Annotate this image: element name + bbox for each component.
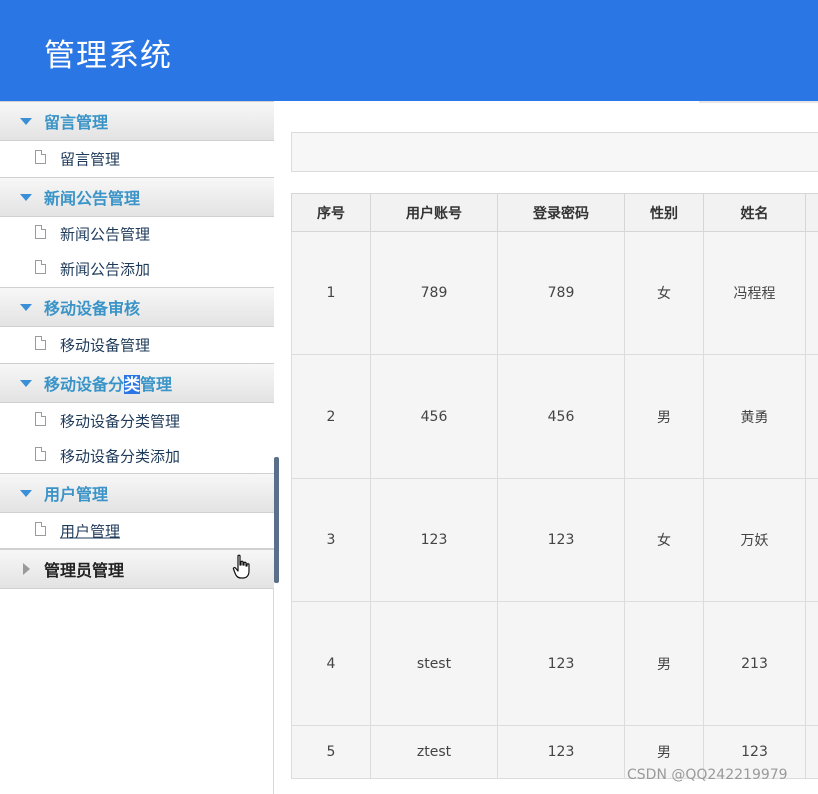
- document-icon: [35, 225, 46, 239]
- table-cell: 4: [291, 601, 371, 726]
- sidebar-item-label: 留言管理: [60, 150, 121, 169]
- caret-down-icon: [20, 490, 32, 497]
- sidebar-item-news-add[interactable]: 新闻公告添加: [0, 251, 274, 287]
- sidebar-group-label: 移动设备分类管理: [44, 371, 172, 395]
- table-cell: 123: [370, 477, 498, 603]
- sidebar-item-label: 移动设备分类添加: [60, 447, 181, 466]
- table-cell: 3: [291, 477, 371, 603]
- column-header[interactable]: 姓名: [703, 193, 806, 232]
- table-cell: 789: [497, 230, 625, 356]
- sidebar-group-device-category[interactable]: 移动设备分类管理: [0, 363, 274, 403]
- label-part: 移动设备分: [44, 375, 125, 394]
- column-header[interactable]: 性别: [624, 193, 704, 232]
- sidebar-group-user[interactable]: 用户管理: [0, 473, 274, 513]
- label-part: 管理: [140, 375, 173, 394]
- document-icon: [35, 260, 46, 274]
- sidebar-item-message-manage[interactable]: 留言管理: [0, 141, 274, 177]
- sidebar-item-label: 移动设备管理: [60, 336, 151, 355]
- table-cell: [805, 724, 818, 780]
- sidebar-item-user-manage[interactable]: 用户管理: [0, 513, 274, 549]
- sidebar-group-news[interactable]: 新闻公告管理: [0, 177, 274, 217]
- sidebar-item-label: 新闻公告管理: [60, 225, 151, 244]
- table-cell: 男: [624, 354, 704, 479]
- sidebar-item-category-manage[interactable]: 移动设备分类管理: [0, 403, 274, 439]
- table-cell: 2: [291, 354, 371, 479]
- caret-down-icon: [20, 194, 32, 201]
- document-icon: [35, 412, 46, 426]
- watermark: CSDN @QQ242219979: [627, 767, 788, 783]
- user-table: 序号 用户账号 登录密码 性别 姓名 1 789 789 女 冯程程 2 456…: [291, 193, 818, 780]
- table-cell: 男: [624, 601, 704, 726]
- caret-right-icon: [23, 563, 30, 575]
- sidebar-item-label: 移动设备分类管理: [60, 412, 181, 431]
- search-bar: [291, 132, 818, 172]
- sidebar-item-label: 新闻公告添加: [60, 260, 151, 279]
- header-bar: 管理系统: [0, 0, 818, 101]
- table-cell: 123: [497, 724, 625, 780]
- sidebar: 留言管理 留言管理 新闻公告管理 新闻公告管理 新闻公告添加 移动设备审核 移动…: [0, 101, 274, 794]
- table-cell: 5: [291, 724, 371, 780]
- top-strip: [699, 101, 818, 103]
- table-cell: 789: [370, 230, 498, 356]
- sidebar-item-category-add[interactable]: 移动设备分类添加: [0, 439, 274, 473]
- table-cell: 213: [703, 601, 806, 726]
- sidebar-group-label: 移动设备审核: [44, 299, 141, 318]
- column-header[interactable]: 登录密码: [497, 193, 625, 232]
- table-row[interactable]: 2 456 456 男 黄勇: [291, 354, 818, 479]
- column-header[interactable]: 用户账号: [370, 193, 498, 232]
- document-icon: [35, 447, 46, 461]
- column-header[interactable]: [805, 193, 818, 232]
- main-content: 序号 用户账号 登录密码 性别 姓名 1 789 789 女 冯程程 2 456…: [279, 101, 818, 794]
- app-title: 管理系统: [44, 38, 172, 74]
- sidebar-group-label: 留言管理: [44, 113, 109, 132]
- document-icon: [35, 521, 46, 536]
- sidebar-group-message[interactable]: 留言管理: [0, 101, 274, 141]
- sidebar-group-label: 管理员管理: [44, 561, 125, 580]
- table-header-row: 序号 用户账号 登录密码 性别 姓名: [291, 193, 818, 232]
- table-cell: 女: [624, 230, 704, 356]
- sidebar-item-device-manage[interactable]: 移动设备管理: [0, 327, 274, 363]
- table-row[interactable]: 1 789 789 女 冯程程: [291, 230, 818, 356]
- table-cell: 万妖: [703, 477, 806, 603]
- table-cell: 1: [291, 230, 371, 356]
- table-cell: 456: [370, 354, 498, 479]
- table-cell: [805, 230, 818, 356]
- sidebar-group-label: 新闻公告管理: [44, 189, 141, 208]
- table-cell: stest: [370, 601, 498, 726]
- table-cell: [805, 477, 818, 603]
- table-row[interactable]: 4 stest 123 男 213: [291, 601, 818, 726]
- table-cell: 123: [497, 477, 625, 603]
- selected-text: 类: [124, 375, 141, 394]
- table-cell: 123: [497, 601, 625, 726]
- table-cell: ztest: [370, 724, 498, 780]
- sidebar-group-label: 用户管理: [44, 485, 109, 504]
- table-row[interactable]: 3 123 123 女 万妖: [291, 477, 818, 603]
- table-cell: 456: [497, 354, 625, 479]
- table-cell: 黄勇: [703, 354, 806, 479]
- hand-pointer-icon: [232, 554, 250, 579]
- sidebar-item-label: 用户管理: [60, 522, 121, 540]
- table-cell: [805, 354, 818, 479]
- sidebar-group-device-review[interactable]: 移动设备审核: [0, 287, 274, 327]
- table-cell: 冯程程: [703, 230, 806, 356]
- sidebar-item-news-manage[interactable]: 新闻公告管理: [0, 217, 274, 251]
- table-cell: [805, 601, 818, 726]
- document-icon: [35, 150, 46, 164]
- caret-down-icon: [20, 380, 32, 387]
- document-icon: [35, 336, 46, 350]
- column-header[interactable]: 序号: [291, 193, 371, 232]
- table-cell: 女: [624, 477, 704, 603]
- caret-down-icon: [20, 304, 32, 311]
- caret-down-icon: [20, 118, 32, 125]
